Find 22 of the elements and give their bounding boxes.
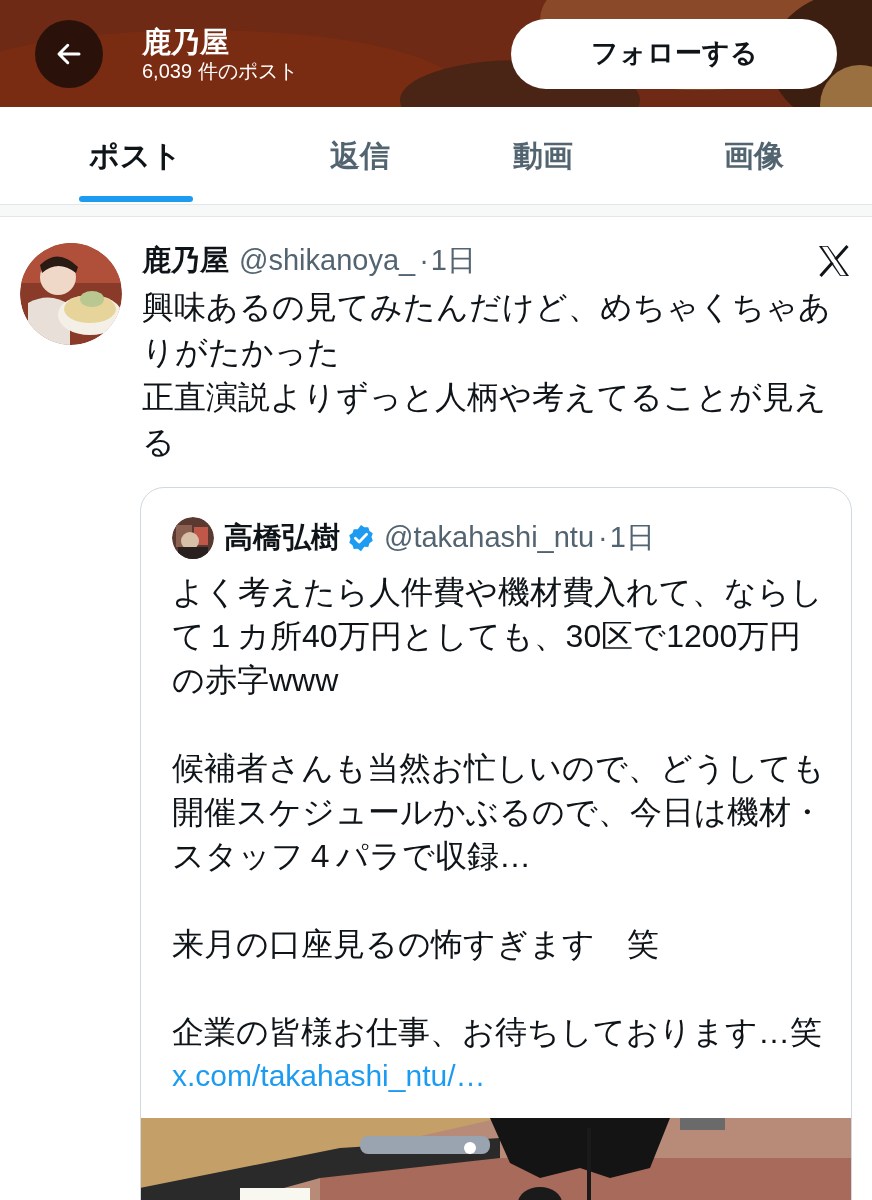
quoted-post-text: 企業の皆様お仕事、お待ちしております…笑 — [172, 1012, 823, 1052]
quoted-post-text: 候補者さんも当然お忙しいので、どうしても開催スケジュールかぶるので、今日は機材・スタッフ４パラで収録… — [172, 748, 826, 876]
post-time: 1日 — [609, 520, 655, 555]
quoted-post-text: 来月の口座見るの怖すぎます 笑 — [172, 924, 660, 964]
author-handle: @shikanoya_ — [239, 243, 416, 279]
author-name: 鹿乃屋 — [142, 243, 229, 279]
author-name: 高橋弘樹 — [224, 520, 340, 555]
author-handle: @takahashi_ntu — [384, 520, 595, 555]
separator-dot: · — [598, 520, 608, 555]
profile-name: 鹿乃屋 — [142, 24, 230, 59]
separator-dot: · — [419, 243, 429, 279]
tab[interactable]: ポスト — [0, 107, 270, 204]
tab[interactable]: 動画 — [450, 107, 636, 204]
post-text: 興味あるの見てみたんだけど、めちゃくちゃありがたかった — [142, 288, 832, 372]
tab[interactable]: 画像 — [636, 107, 872, 204]
tab[interactable]: 返信 — [270, 107, 450, 204]
x-logo-icon — [816, 243, 852, 279]
post-time: 1日 — [430, 243, 476, 279]
post-text: 正直演説よりずっと人柄や考えてることが見える — [142, 378, 828, 462]
quoted-post-text: よく考えたら人件費や機材費入れて、ならして１カ所40万円としても、30区で1200万円の赤字www — [172, 572, 824, 700]
follow-button[interactable]: フォローする — [511, 18, 837, 89]
post-count: 6,039 件のポスト — [142, 58, 298, 83]
